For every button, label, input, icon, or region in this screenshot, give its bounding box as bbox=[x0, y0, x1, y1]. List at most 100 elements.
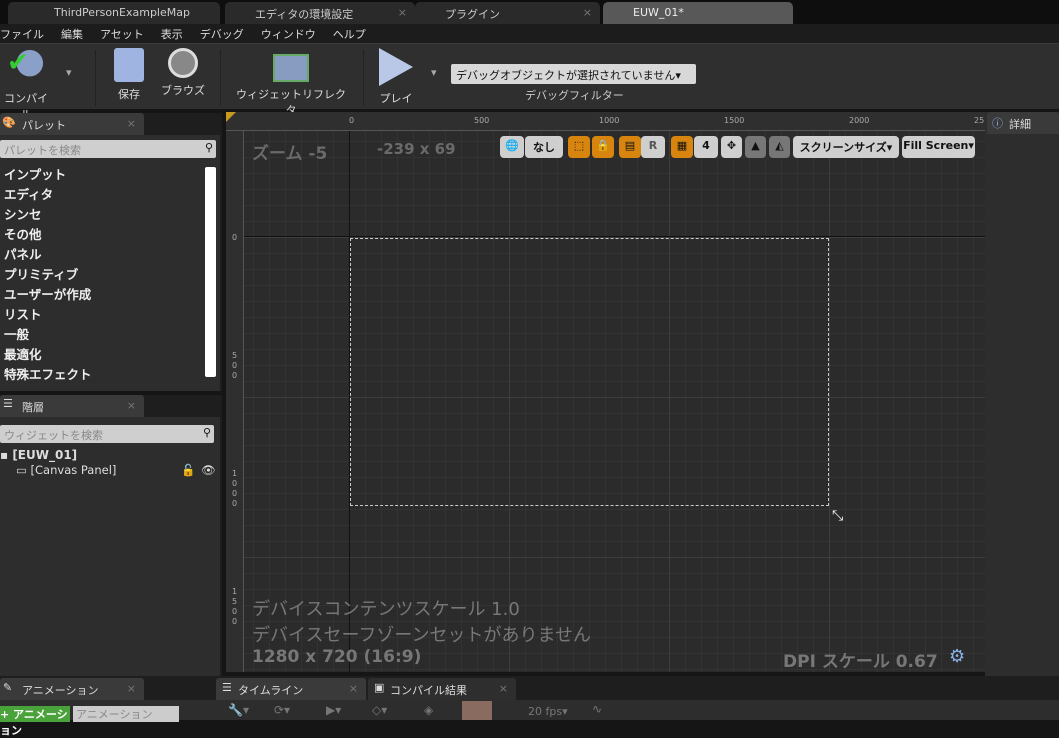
menu-edit[interactable]: 編集 bbox=[53, 24, 92, 43]
details-tab[interactable]: ⓘ 詳細 bbox=[987, 112, 1059, 134]
play-button[interactable]: プレイ bbox=[375, 48, 417, 106]
save-button[interactable]: 保存 bbox=[108, 48, 150, 102]
timeline-icon: ☰ bbox=[222, 681, 232, 694]
compile-button[interactable]: ✔コンパイル bbox=[0, 48, 52, 122]
widget-bounds[interactable] bbox=[350, 238, 829, 506]
tab-euw01[interactable]: EUW_01* bbox=[603, 2, 793, 24]
palette-category[interactable]: 最適化 bbox=[4, 344, 42, 363]
key-icon[interactable]: ◇▾ bbox=[372, 703, 387, 717]
timeline-tab[interactable]: ☰ タイムライン × bbox=[216, 678, 366, 700]
culture-select[interactable]: なし bbox=[525, 136, 563, 158]
menu-help[interactable]: ヘルプ bbox=[325, 24, 375, 43]
fps-select[interactable]: 20 fps▾ bbox=[528, 705, 568, 718]
fill-screen-select[interactable]: Fill Screen▾ bbox=[902, 136, 975, 158]
menu-window[interactable]: ウィンドウ bbox=[253, 24, 325, 43]
ruler-tick-label: 0 bbox=[349, 116, 355, 125]
origin-line-horizontal bbox=[244, 236, 985, 237]
play-options-dropdown[interactable]: ▾ bbox=[431, 66, 437, 79]
play-icon bbox=[379, 48, 413, 86]
tab-plugins[interactable]: プラグイン × bbox=[415, 2, 600, 24]
close-icon[interactable]: × bbox=[127, 117, 136, 130]
flip-button[interactable]: ◭ bbox=[769, 136, 790, 158]
palette-category[interactable]: パネル bbox=[4, 244, 42, 263]
compile-results-tab[interactable]: ▣ コンパイル結果 × bbox=[368, 678, 516, 700]
widget-reflector-button[interactable]: ウィジェットリフレクタ bbox=[232, 48, 350, 118]
eye-icon[interactable]: 👁 bbox=[201, 463, 216, 477]
close-icon[interactable]: × bbox=[398, 6, 407, 19]
unlock-icon[interactable]: 🔓 bbox=[181, 463, 195, 477]
localize-globe-button[interactable]: 🌐 bbox=[500, 136, 524, 158]
design-canvas[interactable]: ⤡ bbox=[244, 131, 985, 672]
save-icon bbox=[114, 48, 144, 82]
animation-toolbar: + アニメーション アニメーション bbox=[0, 700, 222, 737]
close-icon[interactable]: × bbox=[583, 6, 592, 19]
hierarchy-tab[interactable]: ☰ 階層 × bbox=[0, 395, 144, 417]
key-search-icon[interactable]: ◈ bbox=[424, 703, 433, 717]
zoom-to-fit-button[interactable]: ✥ bbox=[721, 136, 742, 158]
palette-category[interactable]: エディタ bbox=[4, 184, 53, 203]
palette-category[interactable]: リスト bbox=[4, 304, 42, 323]
monitor-icon bbox=[273, 54, 309, 82]
record-button[interactable] bbox=[462, 701, 492, 720]
designer-viewport[interactable]: ⤡ 0 500 1000 1500 2000 25 0 5 0 0 1 0 0 0 1 5 0 … bbox=[226, 112, 985, 672]
grid-snap-toggle[interactable]: ▦ bbox=[671, 136, 693, 158]
palette-category[interactable]: シンセ bbox=[4, 204, 42, 223]
divider bbox=[363, 50, 364, 106]
cursor-coords: -239 x 69 bbox=[377, 140, 456, 158]
palette-search-input[interactable]: パレットを検索 ⚲ bbox=[0, 140, 216, 158]
close-icon[interactable]: × bbox=[349, 682, 358, 695]
play-icon[interactable]: ▶▾ bbox=[326, 703, 341, 717]
ruler-top: 0 500 1000 1500 2000 25 bbox=[226, 112, 985, 131]
tree-item-canvas-panel[interactable]: ▭ [Canvas Panel] 🔓 👁 bbox=[16, 463, 216, 477]
palette-category[interactable]: ユーザーが作成 bbox=[4, 284, 91, 303]
wrench-icon[interactable]: 🔧▾ bbox=[228, 703, 249, 717]
grid-size-select[interactable]: 4 bbox=[694, 136, 718, 158]
details-tab-label: 詳細 bbox=[1009, 118, 1031, 131]
resize-handle-icon[interactable]: ⤡ bbox=[832, 508, 843, 524]
compile-options-dropdown[interactable]: ▾ bbox=[66, 66, 72, 79]
palette-category[interactable]: 特殊エフェクト bbox=[4, 364, 92, 383]
palette-category[interactable]: プリミティブ bbox=[4, 264, 78, 283]
globe-icon: 🌐 bbox=[505, 139, 519, 152]
palette-tab-label: パレット bbox=[22, 119, 66, 132]
animation-tab[interactable]: ✎ アニメーション × bbox=[0, 678, 144, 700]
close-icon[interactable]: × bbox=[127, 682, 136, 695]
respect-locks-toggle[interactable]: ▤ bbox=[619, 136, 641, 158]
palette-panel: 🎨 パレット × パレットを検索 ⚲ インプット エディタ シンセ その他 パネル プリミティブ… bbox=[0, 113, 222, 391]
menu-asset[interactable]: アセット bbox=[92, 24, 153, 43]
palette-category[interactable]: インプット bbox=[4, 164, 66, 183]
menu-debug[interactable]: デバッグ bbox=[192, 24, 253, 43]
widget-search-input[interactable]: ウィジェットを検索 ⚲ bbox=[0, 425, 214, 443]
canvas-panel-icon: ▭ bbox=[16, 463, 27, 477]
loop-icon[interactable]: ⟳▾ bbox=[274, 703, 290, 717]
palette-tab[interactable]: 🎨 パレット × bbox=[0, 113, 144, 135]
image-button[interactable]: ▲ bbox=[745, 136, 766, 158]
tree-item-root[interactable]: ▪ [EUW_01] bbox=[0, 448, 77, 462]
search-placeholder: アニメーション bbox=[76, 708, 153, 721]
ruler-tick-label: 1000 bbox=[599, 116, 620, 125]
menu-file[interactable]: ファイル bbox=[0, 24, 53, 43]
grid-size-label: 4 bbox=[702, 139, 710, 152]
browse-button[interactable]: ブラウズ bbox=[160, 48, 206, 98]
menu-view[interactable]: 表示 bbox=[153, 24, 192, 43]
tab-label: EUW_01* bbox=[633, 6, 684, 19]
palette-category[interactable]: その他 bbox=[4, 224, 42, 243]
lock-toggle[interactable]: 🔒 bbox=[592, 136, 614, 158]
gear-icon[interactable]: ⚙ bbox=[949, 646, 965, 667]
lock-icon: 🔒 bbox=[596, 139, 610, 152]
close-icon[interactable]: × bbox=[499, 682, 508, 695]
debug-filter-label: デバッグフィルター bbox=[525, 89, 624, 102]
search-icon: ⚲ bbox=[202, 426, 211, 439]
r-button[interactable]: R bbox=[641, 136, 665, 158]
tab-map[interactable]: ThirdPersonExampleMap bbox=[8, 2, 220, 24]
compile-tab-label: コンパイル結果 bbox=[390, 684, 467, 697]
debug-object-select[interactable]: デバッグオブジェクトが選択されていません▾ bbox=[451, 64, 696, 84]
palette-scrollbar[interactable] bbox=[205, 167, 216, 377]
ruler-tick-label: 1 0 0 0 bbox=[232, 469, 238, 508]
tab-editor-prefs[interactable]: エディタの環境設定 × bbox=[225, 2, 415, 24]
palette-category[interactable]: 一般 bbox=[4, 324, 29, 343]
curve-icon[interactable]: ∿ bbox=[592, 702, 602, 716]
screen-size-select[interactable]: スクリーンサイズ▾ bbox=[793, 136, 899, 158]
close-icon[interactable]: × bbox=[127, 399, 136, 412]
outline-toggle[interactable]: ⬚ bbox=[568, 136, 590, 158]
